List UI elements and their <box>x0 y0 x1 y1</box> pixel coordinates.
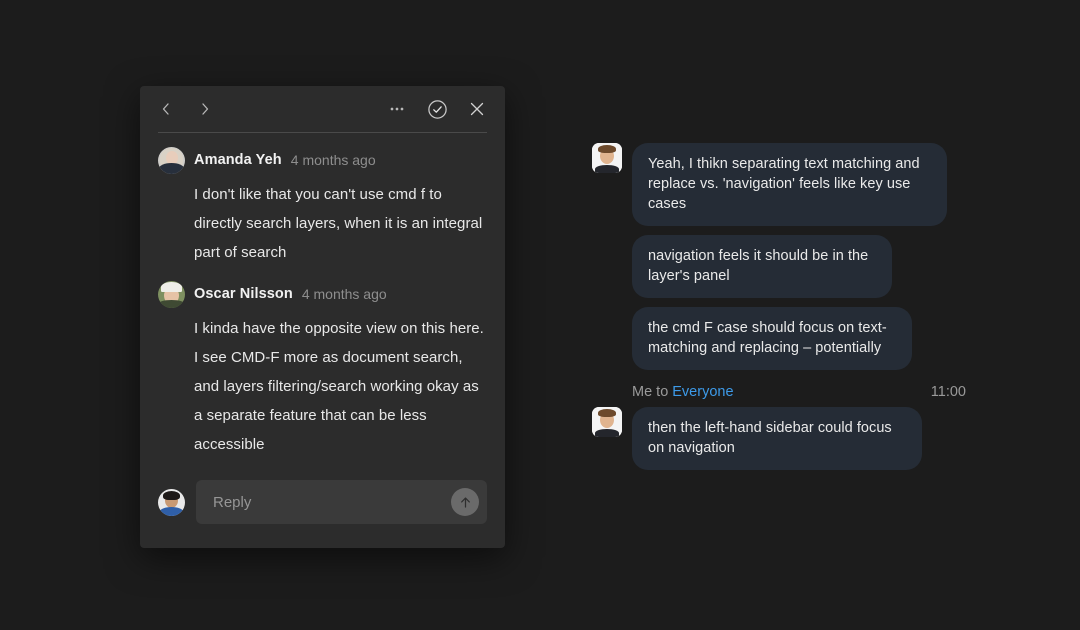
panel-action-group <box>386 98 488 120</box>
chat-message: then the left-hand sidebar could focus o… <box>592 407 992 470</box>
comment-item: Oscar Nilsson 4 months ago I kinda have … <box>158 280 487 459</box>
message-recipient-link[interactable]: Everyone <box>672 384 733 400</box>
avatar <box>592 407 622 437</box>
chevron-right-icon[interactable] <box>194 98 216 120</box>
comment-timestamp: 4 months ago <box>290 152 376 168</box>
close-icon[interactable] <box>466 98 488 120</box>
reply-input-box[interactable]: Reply <box>196 480 487 524</box>
current-user-avatar <box>158 488 185 516</box>
app-root: Amanda Yeh 4 months ago I don't like tha… <box>0 0 1080 630</box>
comment-timestamp: 4 months ago <box>301 286 387 302</box>
chat-message: the cmd F case should focus on text-matc… <box>592 307 992 370</box>
comment-list: Amanda Yeh 4 months ago I don't like tha… <box>140 133 505 474</box>
reply-input[interactable]: Reply <box>213 494 451 511</box>
comment-author-name: Oscar Nilsson <box>194 286 293 302</box>
chevron-left-icon[interactable] <box>155 98 177 120</box>
comment-author-row: Oscar Nilsson 4 months ago <box>158 280 487 308</box>
avatar <box>592 143 622 173</box>
panel-nav-group <box>155 98 216 120</box>
chat-bubble[interactable]: the cmd F case should focus on text-matc… <box>632 307 912 370</box>
chat-bubble[interactable]: then the left-hand sidebar could focus o… <box>632 407 922 470</box>
avatar <box>158 146 185 174</box>
comment-text: I kinda have the opposite view on this h… <box>194 320 484 453</box>
comment-panel: Amanda Yeh 4 months ago I don't like tha… <box>140 86 505 548</box>
resolve-check-icon[interactable] <box>426 98 448 120</box>
comment-author-row: Amanda Yeh 4 months ago <box>158 146 487 174</box>
message-timestamp: 11:00 <box>930 384 966 400</box>
chat-message: Yeah, I thikn separating text matching a… <box>592 143 992 226</box>
arrow-up-icon <box>460 496 470 508</box>
chat-bubble[interactable]: navigation feels it should be in the lay… <box>632 235 892 298</box>
chat-thread: Yeah, I thikn separating text matching a… <box>592 143 992 479</box>
more-options-icon[interactable] <box>386 98 408 120</box>
send-reply-button[interactable] <box>451 488 479 516</box>
comment-text: I don't like that you can't use cmd f to… <box>194 186 483 261</box>
reply-row: Reply <box>140 480 505 548</box>
comment-author-name: Amanda Yeh <box>194 152 282 168</box>
comment-panel-header <box>140 86 505 132</box>
comment-item: Amanda Yeh 4 months ago I don't like tha… <box>158 146 487 267</box>
chat-message: navigation feels it should be in the lay… <box>592 235 992 298</box>
chat-bubble[interactable]: Yeah, I thikn separating text matching a… <box>632 143 947 226</box>
message-meta-row: Me to Everyone 11:00 <box>632 384 966 400</box>
message-sender-label: Me to <box>632 384 669 400</box>
avatar <box>158 280 185 308</box>
